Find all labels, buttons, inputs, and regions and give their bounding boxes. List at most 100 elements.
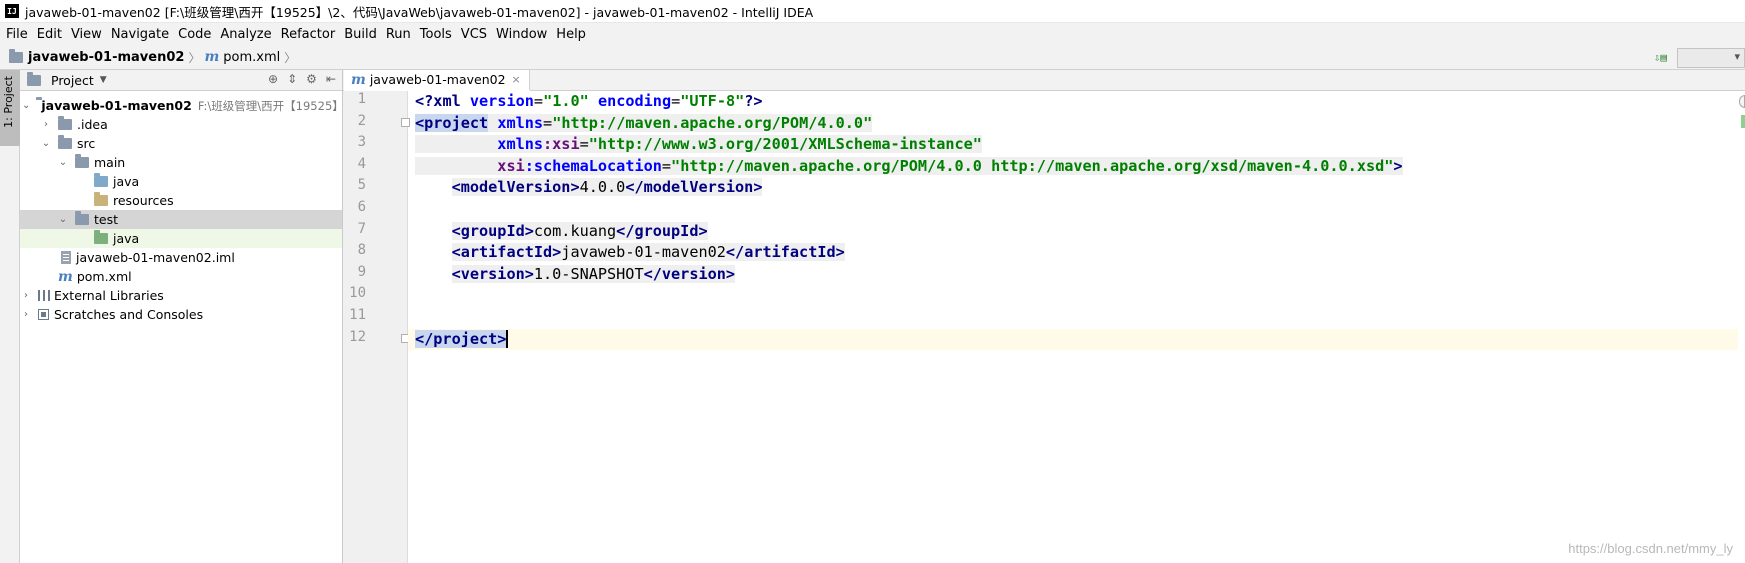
breadcrumb-file[interactable]: pom.xml <box>223 50 280 65</box>
sort-icon[interactable]: ⇩▤ <box>1654 51 1667 64</box>
line-number: 6 <box>357 199 366 215</box>
test-source-folder-icon <box>94 230 108 244</box>
expand-down-icon[interactable]: ⌄ <box>40 138 52 149</box>
menu-analyze[interactable]: Analyze <box>216 27 276 42</box>
code-line-8: <artifactId>javaweb-01-maven02</artifact… <box>451 243 845 262</box>
line-number: 12 <box>349 328 366 345</box>
tree-item-idea[interactable]: › .idea <box>20 115 342 134</box>
locate-icon[interactable]: ⊕ <box>268 72 278 86</box>
code-area[interactable]: <?xml version="1.0" encoding="UTF-8"?> <… <box>408 91 1745 563</box>
tree-item-pom[interactable]: m pom.xml <box>20 267 342 286</box>
chevron-right-icon[interactable]: › <box>20 290 32 301</box>
tree-item-resources[interactable]: resources <box>20 191 342 210</box>
maven-file-icon: m <box>58 268 73 285</box>
gear-icon[interactable]: ⚙ <box>306 72 317 86</box>
navigation-bar: javaweb-01-maven02 〉 m pom.xml 〉 ⇩▤ <box>0 45 1745 70</box>
tree-item-label: src <box>77 136 96 151</box>
tree-item-main[interactable]: ⌄ main <box>20 153 342 172</box>
tree-item-external-libraries[interactable]: › External Libraries <box>20 286 342 305</box>
tree-item-iml[interactable]: javaweb-01-maven02.iml <box>20 248 342 267</box>
tree-item-label: .idea <box>77 117 108 132</box>
tree-item-root[interactable]: ⌄ javaweb-01-maven02 F:\班级管理\西开【19525】\2… <box>20 96 343 115</box>
project-panel-title[interactable]: Project <box>51 73 94 88</box>
tree-item-scratches[interactable]: › Scratches and Consoles <box>20 305 342 324</box>
project-folder-icon <box>9 48 23 63</box>
run-configuration-dropdown[interactable] <box>1677 47 1745 68</box>
menu-tools[interactable]: Tools <box>416 27 457 42</box>
line-number: 9 <box>357 263 366 280</box>
window-title: javaweb-01-maven02 [F:\班级管理\西开【19525】\2、… <box>25 4 814 20</box>
folder-icon <box>75 211 89 225</box>
line-number: 3 <box>357 134 366 151</box>
expand-down-icon[interactable]: ⌄ <box>22 100 30 111</box>
maven-file-icon: m <box>351 71 366 88</box>
menu-view[interactable]: View <box>67 27 107 42</box>
tree-item-label: java <box>113 174 140 189</box>
folder-icon <box>58 116 72 130</box>
editor-tab-bar: m javaweb-01-maven02 × <box>343 70 1745 91</box>
menu-file[interactable]: File <box>2 27 33 42</box>
tree-item-path: F:\班级管理\西开【19525】\2、代 <box>197 98 343 113</box>
source-folder-icon <box>94 173 108 187</box>
line-number: 7 <box>357 220 366 237</box>
expand-down-icon[interactable]: ⌄ <box>57 157 69 168</box>
scratches-icon <box>38 309 49 320</box>
line-number: 10 <box>349 285 366 302</box>
expand-down-icon[interactable]: ⌄ <box>57 214 69 225</box>
fold-marker-icon[interactable] <box>401 118 410 127</box>
line-number: 11 <box>349 307 366 323</box>
editor-tab-pom[interactable]: m javaweb-01-maven02 × <box>344 70 530 91</box>
chevron-right-icon[interactable]: › <box>20 309 32 320</box>
tree-item-label: test <box>94 212 119 227</box>
maven-file-icon: m <box>204 49 220 65</box>
tree-item-label: javaweb-01-maven02.iml <box>76 250 235 265</box>
project-tool-tab-label: 1: Project <box>2 76 15 128</box>
line-number: 8 <box>357 242 366 259</box>
tree-item-main-java[interactable]: java <box>20 172 342 191</box>
resources-folder-icon <box>94 192 108 206</box>
library-icon <box>38 290 50 301</box>
menu-help[interactable]: Help <box>552 27 591 42</box>
tree-item-src[interactable]: ⌄ src <box>20 134 342 153</box>
menu-navigate[interactable]: Navigate <box>107 27 174 42</box>
tree-item-label: main <box>94 155 126 170</box>
menu-run[interactable]: Run <box>382 27 416 42</box>
inspection-widget-icon[interactable] <box>1739 95 1745 108</box>
code-line-3: xmlns:xsi="http://www.w3.org/2001/XMLSch… <box>415 134 1745 156</box>
tree-item-label: java <box>113 231 140 246</box>
breadcrumb-separator-icon: 〉 <box>188 50 201 65</box>
chevron-right-icon[interactable]: › <box>40 119 52 130</box>
close-icon[interactable]: × <box>512 73 521 86</box>
menu-build[interactable]: Build <box>340 27 382 42</box>
menu-window[interactable]: Window <box>492 27 552 42</box>
menu-code[interactable]: Code <box>174 27 216 42</box>
line-number: 4 <box>357 155 366 172</box>
folder-icon <box>58 135 72 149</box>
tree-item-test[interactable]: ⌄ test <box>20 210 342 229</box>
breadcrumb: javaweb-01-maven02 〉 m pom.xml 〉 <box>9 48 300 66</box>
project-panel: Project ▼ ⊕ ⇕ ⚙ ⇤ ⌄ javaweb-01-maven02 F… <box>20 70 343 563</box>
iml-file-icon <box>61 251 71 264</box>
editor: m javaweb-01-maven02 × 1 2 3 4 5 6 7 8 9… <box>343 70 1745 563</box>
tree-item-label: pom.xml <box>76 269 132 284</box>
no-problems-marker-icon[interactable] <box>1741 115 1745 128</box>
menu-refactor[interactable]: Refactor <box>277 27 341 42</box>
collapse-all-icon[interactable]: ⇕ <box>287 72 297 86</box>
project-tool-tab[interactable]: 1: Project <box>0 70 20 146</box>
code-line-7: <groupId>com.kuang</groupId> <box>451 221 708 240</box>
tree-item-test-java[interactable]: java <box>20 229 342 248</box>
menu-bar: File Edit View Navigate Code Analyze Ref… <box>0 23 1745 45</box>
line-number: 2 <box>357 112 366 129</box>
breadcrumb-project[interactable]: javaweb-01-maven02 <box>28 50 184 65</box>
hide-icon[interactable]: ⇤ <box>326 72 336 86</box>
menu-edit[interactable]: Edit <box>33 27 67 42</box>
project-panel-toolbar: ⊕ ⇕ ⚙ ⇤ <box>268 72 336 86</box>
breadcrumb-separator-icon: 〉 <box>284 50 297 65</box>
code-line-4: xsi:schemaLocation="http://maven.apache.… <box>415 156 1745 178</box>
menu-vcs[interactable]: VCS <box>457 27 492 42</box>
text-cursor <box>506 330 509 349</box>
chevron-down-icon[interactable]: ▼ <box>100 75 107 85</box>
